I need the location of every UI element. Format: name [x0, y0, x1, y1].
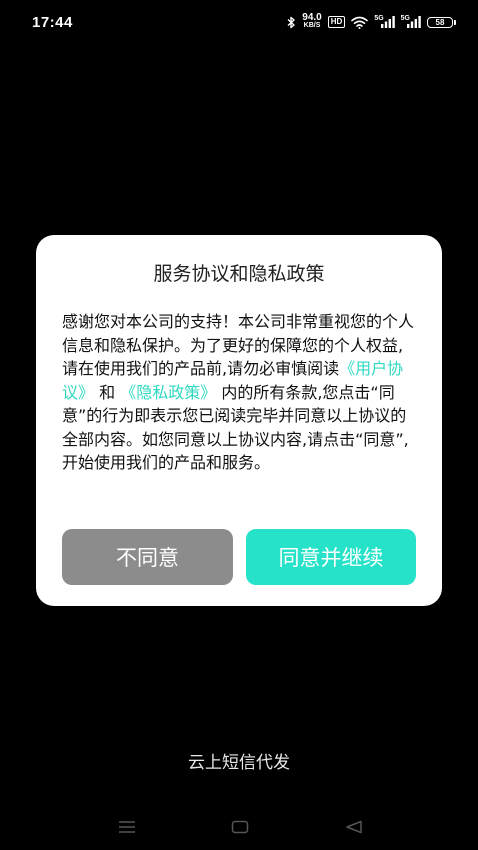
battery-tip	[454, 19, 456, 25]
net-speed-value: 94.0	[302, 12, 322, 23]
disagree-button[interactable]: 不同意	[62, 529, 233, 585]
back-icon[interactable]	[344, 818, 364, 836]
status-time: 17:44	[32, 13, 73, 31]
status-bar: 17:44 94.0 KB/S HD 5G 5G 58	[0, 0, 478, 44]
app-name: 云上短信代发	[188, 753, 290, 773]
dialog-title: 服务协议和隐私政策	[153, 263, 325, 285]
status-icons: 94.0 KB/S HD 5G 5G 58	[287, 12, 456, 30]
signal-sim2: 5G	[400, 14, 421, 28]
hd-badge: HD	[327, 16, 346, 28]
net-speed-unit: KB/S	[303, 22, 321, 29]
privacy-policy-link[interactable]: 《隐私政策》	[120, 383, 216, 402]
agree-continue-button[interactable]: 同意并继续	[246, 529, 416, 585]
battery-icon: 58	[427, 16, 456, 28]
sim1-network-label: 5G	[374, 14, 384, 22]
bluetooth-icon	[287, 16, 296, 29]
wifi-icon	[351, 16, 369, 29]
home-icon[interactable]	[230, 818, 250, 836]
navigation-bar	[0, 812, 478, 842]
net-speed: 94.0 KB/S	[302, 12, 322, 30]
menu-icon[interactable]	[117, 818, 137, 836]
dialog-body: 感谢您对本公司的支持！本公司非常重视您的个人信息和隐私保护。为了更好的保障您的个…	[62, 310, 417, 475]
privacy-dialog: 服务协议和隐私政策 感谢您对本公司的支持！本公司非常重视您的个人信息和隐私保护。…	[36, 235, 442, 606]
signal-sim1: 5G	[374, 14, 395, 28]
battery-level: 58	[427, 16, 453, 28]
sim2-network-label: 5G	[400, 14, 410, 22]
dialog-body-and: 和	[99, 382, 116, 402]
